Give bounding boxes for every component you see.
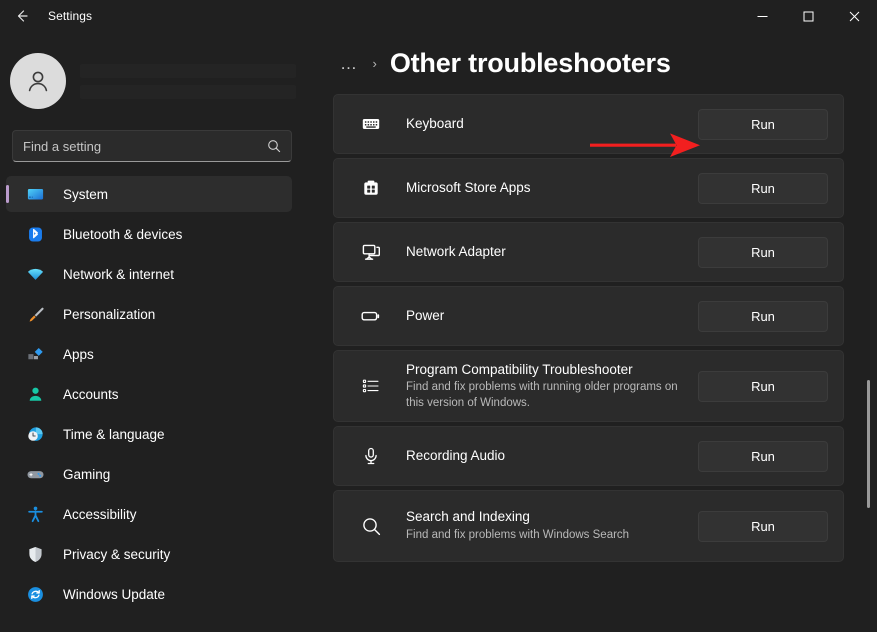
troubleshooter-name: Program Compatibility Troubleshooter [406,361,684,379]
troubleshooter-text: Search and Indexing Find and fix problem… [406,508,698,543]
troubleshooter-name: Recording Audio [406,447,684,465]
troubleshooter-row-network-adapter[interactable]: Network Adapter Run [333,222,844,282]
window-controls [739,0,877,32]
sidebar-item-label: Time & language [63,427,165,442]
troubleshooter-text: Keyboard [406,115,698,133]
shield-icon [23,545,47,564]
keyboard-icon [358,114,384,134]
window-body: System Bluetooth & devices [0,32,877,632]
sidebar-item-label: Personalization [63,307,155,322]
settings-window: Settings [0,0,877,632]
troubleshooter-name: Network Adapter [406,243,684,261]
clock-globe-icon [23,425,47,444]
update-refresh-icon [23,585,47,604]
minimize-button[interactable] [739,0,785,32]
troubleshooter-row-microsoft-store-apps[interactable]: Microsoft Store Apps Run [333,158,844,218]
sidebar-item-label: Accessibility [63,507,137,522]
sidebar-item-accessibility[interactable]: Accessibility [6,496,292,532]
search-box[interactable] [12,130,292,162]
troubleshooter-list: Keyboard Run [323,94,847,562]
main-content: … › Other troubleshooters [310,32,877,632]
troubleshooter-row-keyboard[interactable]: Keyboard Run [333,94,844,154]
sidebar-item-label: Windows Update [63,587,165,602]
wifi-icon [23,265,47,284]
apps-icon [23,345,47,364]
sidebar-item-system[interactable]: System [6,176,292,212]
app-title: Settings [48,9,92,23]
search-input[interactable] [23,139,267,154]
sidebar: System Bluetooth & devices [0,32,310,632]
troubleshooter-name: Keyboard [406,115,684,133]
sidebar-item-label: Bluetooth & devices [63,227,182,242]
troubleshooter-text: Recording Audio [406,447,698,465]
breadcrumb: … › Other troubleshooters [323,32,847,94]
sidebar-item-label: Accounts [63,387,119,402]
store-icon [358,178,384,198]
accessibility-icon [23,505,47,524]
troubleshooter-name: Microsoft Store Apps [406,179,684,197]
sidebar-item-label: Apps [63,347,94,362]
paintbrush-icon [23,305,47,324]
search-icon[interactable] [267,139,281,153]
troubleshooter-row-power[interactable]: Power Run [333,286,844,346]
run-button-keyboard[interactable]: Run [698,109,828,140]
sidebar-item-gaming[interactable]: Gaming [6,456,292,492]
troubleshooter-description: Find and fix problems with Windows Searc… [406,528,684,544]
bluetooth-icon [23,225,47,244]
search-magnifier-icon [358,516,384,537]
run-button-power[interactable]: Run [698,301,828,332]
page-title: Other troubleshooters [390,48,671,79]
troubleshooter-text: Microsoft Store Apps [406,179,698,197]
gamepad-icon [23,465,47,484]
troubleshooter-description: Find and fix problems with running older… [406,380,684,412]
troubleshooter-text: Network Adapter [406,243,698,261]
breadcrumb-overflow-button[interactable]: … [335,53,364,74]
run-button-search-and-indexing[interactable]: Run [698,511,828,542]
avatar [10,53,66,109]
sidebar-item-bluetooth-devices[interactable]: Bluetooth & devices [6,216,292,252]
run-button-network-adapter[interactable]: Run [698,237,828,268]
sidebar-item-personalization[interactable]: Personalization [6,296,292,332]
account-name [80,64,296,78]
display-monitor-icon [23,185,47,204]
microphone-icon [358,446,384,466]
run-button-program-compatibility[interactable]: Run [698,371,828,402]
scrollbar-thumb[interactable] [867,380,870,508]
close-button[interactable] [831,0,877,32]
troubleshooter-name: Search and Indexing [406,508,684,526]
person-icon [23,385,47,404]
list-icon [358,376,384,396]
search-container [12,130,292,162]
network-adapter-icon [358,242,384,263]
battery-icon [358,305,384,327]
account-block[interactable] [0,46,310,116]
account-email [80,85,296,99]
sidebar-item-accounts[interactable]: Accounts [6,376,292,412]
troubleshooter-text: Power [406,307,698,325]
troubleshooter-row-program-compatibility[interactable]: Program Compatibility Troubleshooter Fin… [333,350,844,422]
maximize-button[interactable] [785,0,831,32]
back-button[interactable] [4,0,40,32]
sidebar-item-label: System [63,187,108,202]
sidebar-item-apps[interactable]: Apps [6,336,292,372]
sidebar-item-label: Network & internet [63,267,174,282]
troubleshooter-name: Power [406,307,684,325]
sidebar-item-label: Gaming [63,467,110,482]
vertical-scrollbar[interactable] [865,66,873,630]
sidebar-item-label: Privacy & security [63,547,170,562]
sidebar-item-time-language[interactable]: Time & language [6,416,292,452]
troubleshooter-row-search-and-indexing[interactable]: Search and Indexing Find and fix problem… [333,490,844,562]
run-button-microsoft-store-apps[interactable]: Run [698,173,828,204]
sidebar-item-network-internet[interactable]: Network & internet [6,256,292,292]
troubleshooter-text: Program Compatibility Troubleshooter Fin… [406,361,698,412]
troubleshooter-row-recording-audio[interactable]: Recording Audio Run [333,426,844,486]
sidebar-nav: System Bluetooth & devices [0,176,310,632]
account-text [80,64,310,99]
run-button-recording-audio[interactable]: Run [698,441,828,472]
chevron-right-icon: › [373,56,377,71]
main-scroll-area: … › Other troubleshooters [310,32,877,632]
title-bar: Settings [0,0,877,32]
sidebar-item-windows-update[interactable]: Windows Update [6,576,292,612]
sidebar-item-privacy-security[interactable]: Privacy & security [6,536,292,572]
